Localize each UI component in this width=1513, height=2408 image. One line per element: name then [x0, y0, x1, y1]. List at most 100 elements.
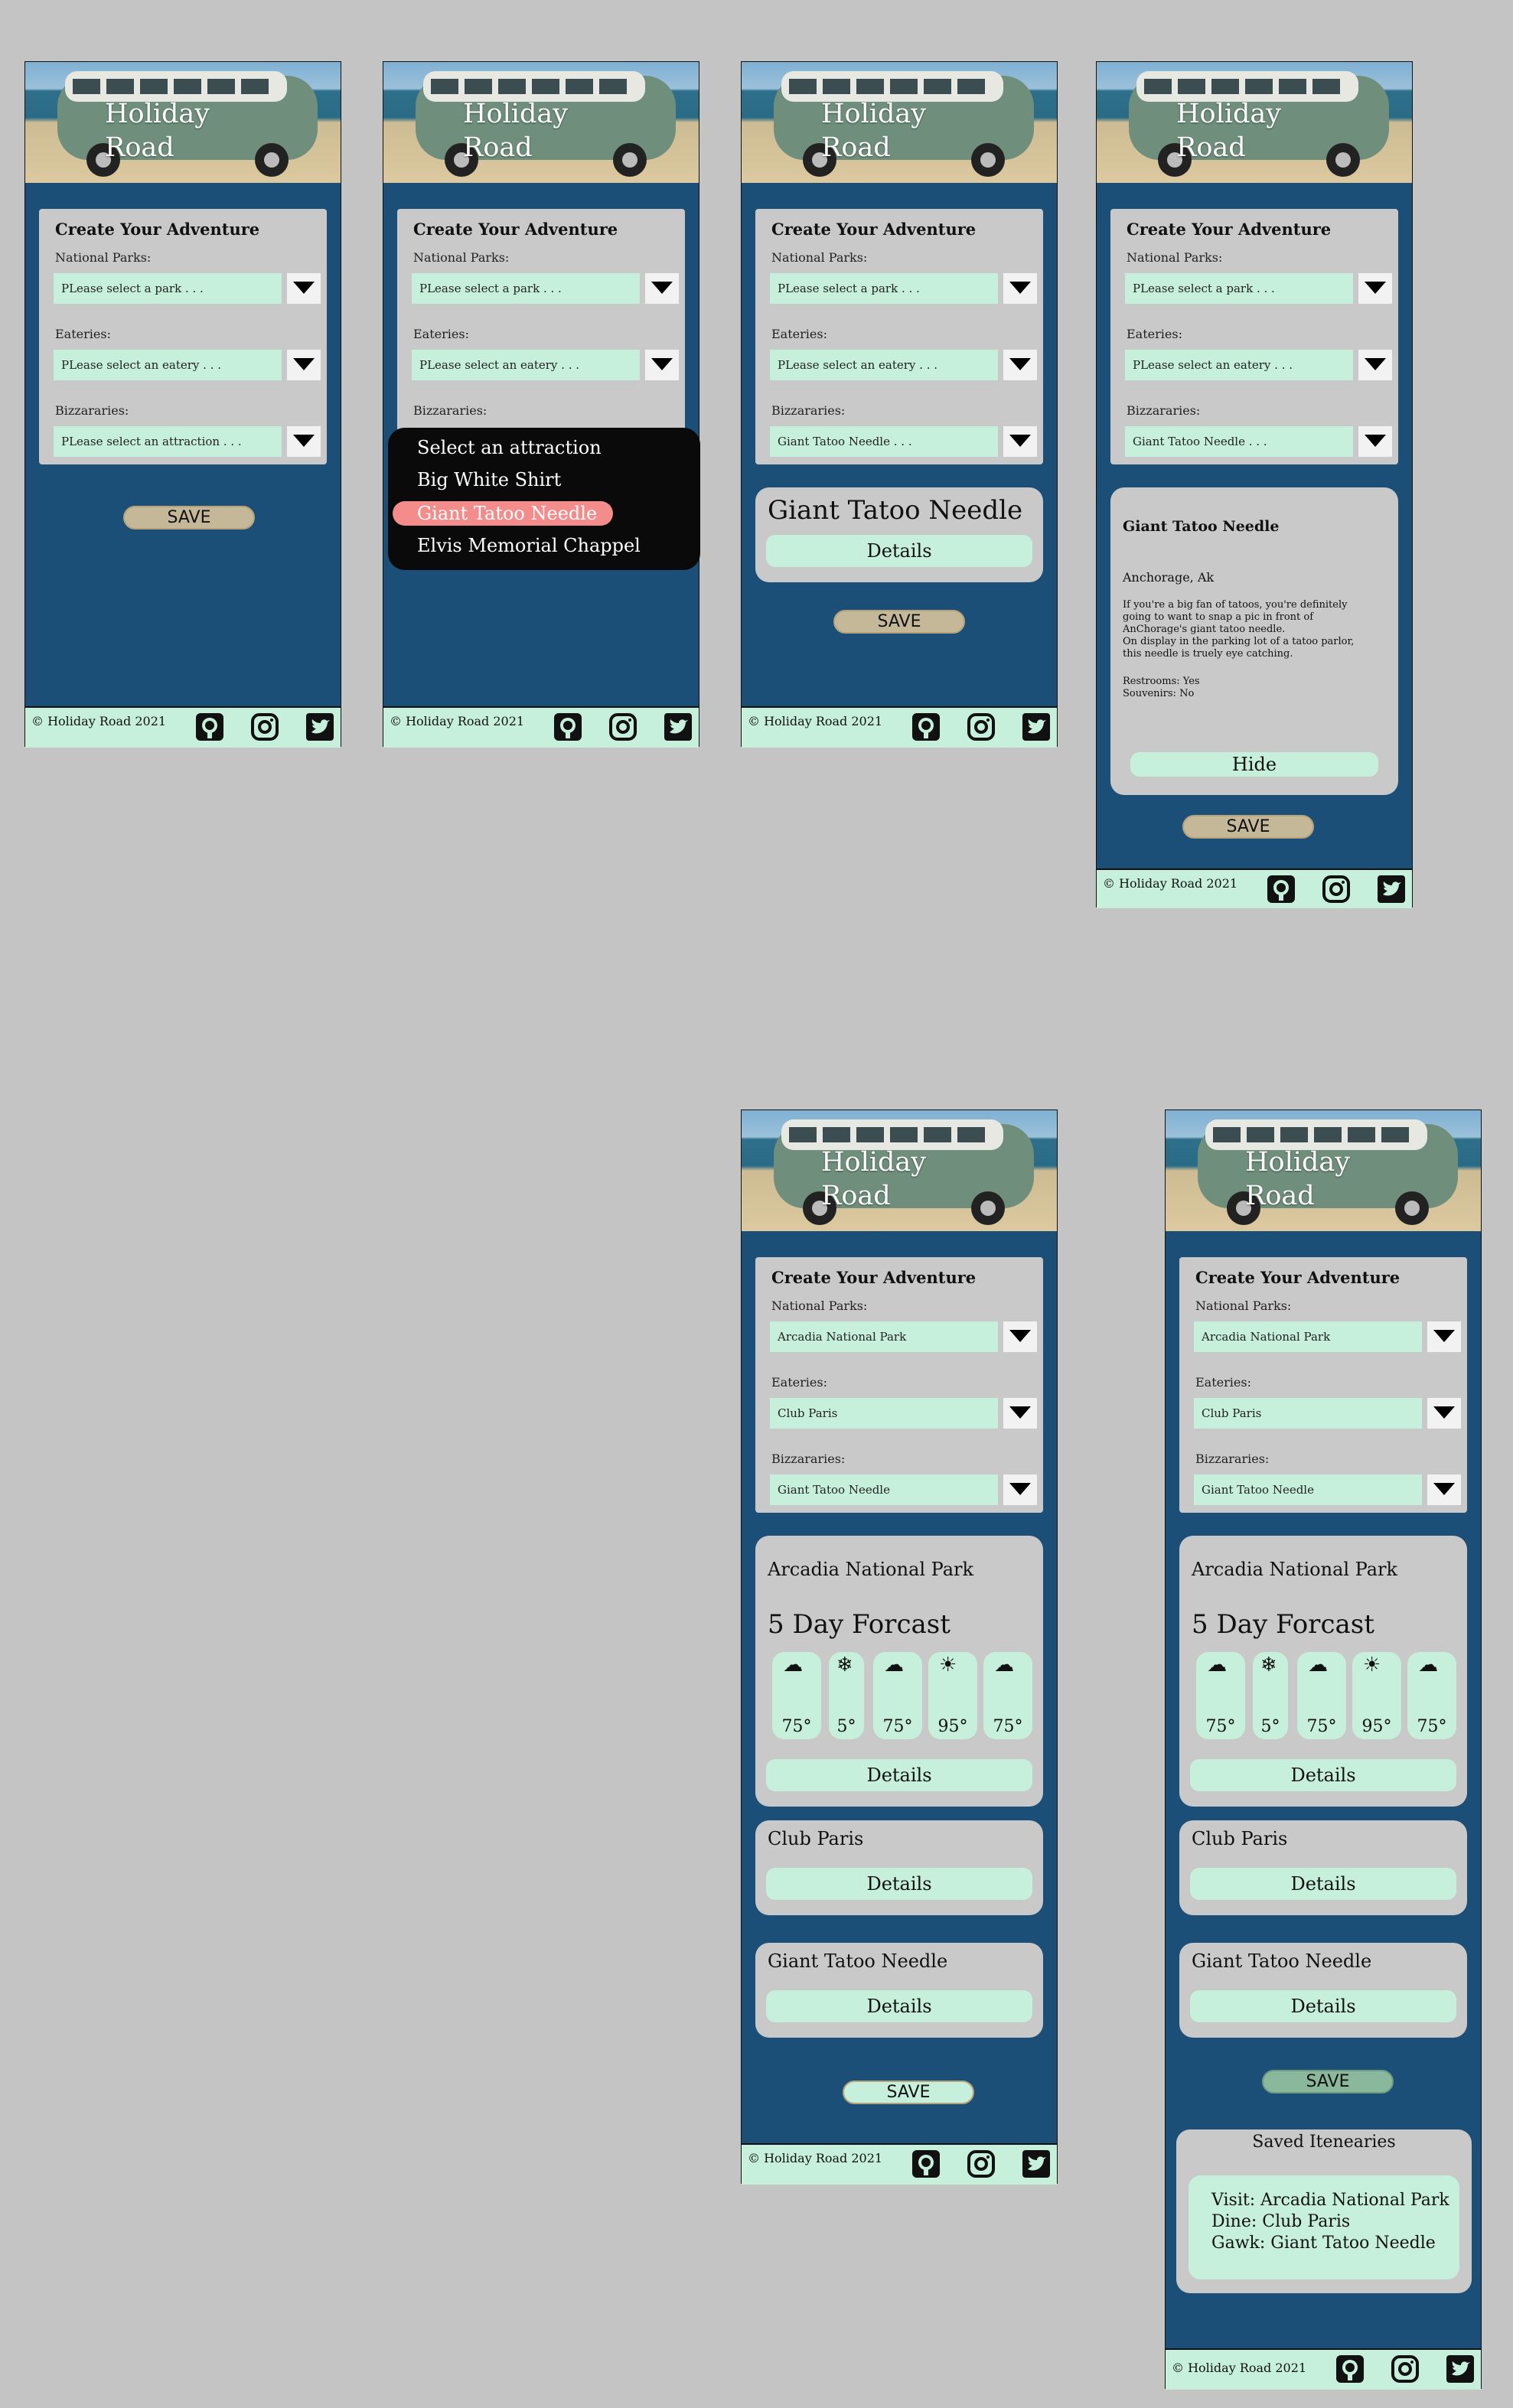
eatery-select[interactable]: Club Paris: [770, 1398, 998, 1429]
attraction-details-button[interactable]: Details: [766, 1990, 1032, 2022]
form-title: Create Your Adventure: [55, 220, 260, 239]
save-button[interactable]: SAVE: [1182, 815, 1314, 839]
attraction-select[interactable]: Giant Tatoo Needle . . .: [770, 426, 998, 457]
dropdown-option-selected[interactable]: Giant Tatoo Needle: [417, 503, 597, 524]
park-details-button[interactable]: Details: [1190, 1759, 1456, 1791]
twitter-icon[interactable]: [664, 712, 693, 741]
eatery-select-toggle[interactable]: [1003, 350, 1037, 380]
eatery-select-toggle[interactable]: [1358, 350, 1392, 380]
copyright-text: © Holiday Road 2021: [390, 714, 525, 728]
save-button[interactable]: SAVE: [843, 2081, 974, 2104]
instagram-icon[interactable]: [1322, 875, 1351, 904]
copyright-text: © Holiday Road 2021: [748, 2151, 883, 2165]
form-title: Create Your Adventure: [1127, 220, 1332, 239]
dropdown-option[interactable]: Elvis Memorial Chappel: [417, 535, 641, 556]
bizzararies-label: Bizzararies:: [55, 403, 129, 418]
park-select-toggle[interactable]: [1427, 1321, 1461, 1352]
eatery-select-toggle[interactable]: [645, 350, 679, 380]
screen-5-full-itinerary: Holiday Road Create Your Adventure Natio…: [741, 1110, 1058, 2185]
bizzararies-label: Bizzararies:: [1195, 1452, 1270, 1466]
park-select[interactable]: Arcadia National Park: [770, 1321, 998, 1352]
instagram-icon[interactable]: [967, 712, 996, 741]
attraction-select-toggle[interactable]: [1003, 1474, 1037, 1505]
github-icon[interactable]: [1267, 875, 1296, 904]
eatery-details-button[interactable]: Details: [1190, 1868, 1456, 1900]
park-select-toggle[interactable]: [1358, 273, 1392, 304]
github-icon[interactable]: [911, 2149, 941, 2178]
park-select[interactable]: Arcadia National Park: [1194, 1321, 1422, 1352]
eatery-select[interactable]: PLease select an eatery . . .: [1125, 350, 1353, 380]
screen-3-attraction-selected: Holiday Road Create Your Adventure Natio…: [741, 61, 1058, 748]
attraction-details-button[interactable]: Details: [766, 535, 1032, 567]
eatery-select-toggle[interactable]: [287, 350, 321, 380]
save-button[interactable]: SAVE: [833, 610, 965, 634]
github-icon[interactable]: [911, 712, 941, 741]
caret-down-icon: [1009, 1330, 1031, 1342]
eatery-select[interactable]: Club Paris: [1194, 1398, 1422, 1429]
github-icon[interactable]: [1335, 2354, 1365, 2384]
attraction-select-toggle[interactable]: [1358, 426, 1392, 457]
footer: © Holiday Road 2021: [25, 706, 341, 748]
twitter-icon[interactable]: [305, 712, 334, 741]
park-select[interactable]: PLease select a park . . .: [412, 273, 640, 304]
forecast-temp: 5°: [1260, 1717, 1280, 1736]
eateries-label: Eateries:: [1127, 327, 1182, 341]
github-icon[interactable]: [553, 712, 582, 741]
attraction-description-4: On display in the parking lot of a tatoo…: [1123, 636, 1355, 647]
twitter-icon[interactable]: [1377, 875, 1406, 904]
attraction-select-toggle[interactable]: [1003, 426, 1037, 457]
park-select-toggle[interactable]: [645, 273, 679, 304]
attraction-select[interactable]: Giant Tatoo Needle: [1194, 1474, 1422, 1505]
hide-button[interactable]: Hide: [1130, 752, 1378, 777]
park-details-button[interactable]: Details: [766, 1759, 1032, 1791]
attraction-select[interactable]: Giant Tatoo Needle: [770, 1474, 998, 1505]
twitter-icon[interactable]: [1022, 712, 1051, 741]
dropdown-option[interactable]: Big White Shirt: [417, 469, 561, 490]
saved-itinerary-item[interactable]: Visit: Arcadia National Park Dine: Club …: [1189, 2175, 1459, 2279]
instagram-icon[interactable]: [608, 712, 637, 741]
park-select-toggle[interactable]: [1003, 1321, 1037, 1352]
park-select[interactable]: PLease select a park . . .: [54, 273, 282, 304]
twitter-icon[interactable]: [1022, 2149, 1051, 2178]
attraction-select-toggle[interactable]: [287, 426, 321, 457]
attraction-description-1: If you're a big fan of tatoos, you're de…: [1123, 599, 1348, 611]
caret-down-icon: [1365, 282, 1386, 294]
instagram-icon[interactable]: [250, 712, 279, 741]
eatery-select[interactable]: PLease select an eatery . . .: [54, 350, 282, 380]
form-title: Create Your Adventure: [771, 220, 977, 239]
dropdown-option[interactable]: Select an attraction: [417, 437, 602, 458]
eatery-select[interactable]: PLease select an eatery . . .: [770, 350, 998, 380]
snowflake-icon: ❄: [836, 1654, 853, 1676]
github-icon[interactable]: [195, 712, 224, 741]
caret-down-icon: [1009, 435, 1031, 447]
eatery-select[interactable]: PLease select an eatery . . .: [412, 350, 640, 380]
attraction-dropdown-menu: Select an attraction Big White Shirt Gia…: [388, 428, 700, 570]
rain-cloud-icon: ☁: [884, 1654, 904, 1676]
adventure-form: Create Your Adventure National Parks: PL…: [39, 209, 327, 464]
attraction-select[interactable]: PLease select an attraction . . .: [54, 426, 282, 457]
instagram-icon[interactable]: [967, 2149, 996, 2178]
eatery-select-toggle[interactable]: [1427, 1398, 1461, 1429]
forecast-day: ❄ 5°: [1253, 1652, 1288, 1739]
footer: © Holiday Road 2021: [383, 706, 699, 748]
forecast-day: ☁ 75°: [1297, 1652, 1346, 1739]
header-banner: Holiday Road: [742, 1110, 1057, 1231]
caret-down-icon: [1009, 282, 1031, 294]
park-select-toggle[interactable]: [1003, 273, 1037, 304]
attraction-select-toggle[interactable]: [1427, 1474, 1461, 1505]
park-select[interactable]: PLease select a park . . .: [1125, 273, 1353, 304]
park-select-toggle[interactable]: [287, 273, 321, 304]
caret-down-icon: [293, 435, 315, 447]
twitter-icon[interactable]: [1446, 2354, 1475, 2384]
caret-down-icon: [1433, 1406, 1455, 1419]
attraction-select[interactable]: Giant Tatoo Needle . . .: [1125, 426, 1353, 457]
park-select[interactable]: PLease select a park . . .: [770, 273, 998, 304]
screen-2-dropdown-open: Holiday Road Create Your Adventure Natio…: [383, 61, 700, 748]
eatery-select-toggle[interactable]: [1003, 1398, 1037, 1429]
eatery-details-button[interactable]: Details: [766, 1868, 1032, 1900]
save-button[interactable]: SAVE: [123, 506, 255, 529]
save-button[interactable]: SAVE: [1262, 2070, 1394, 2094]
footer: © Holiday Road 2021: [1166, 2348, 1481, 2390]
instagram-icon[interactable]: [1391, 2354, 1420, 2384]
attraction-details-button[interactable]: Details: [1190, 1990, 1456, 2022]
